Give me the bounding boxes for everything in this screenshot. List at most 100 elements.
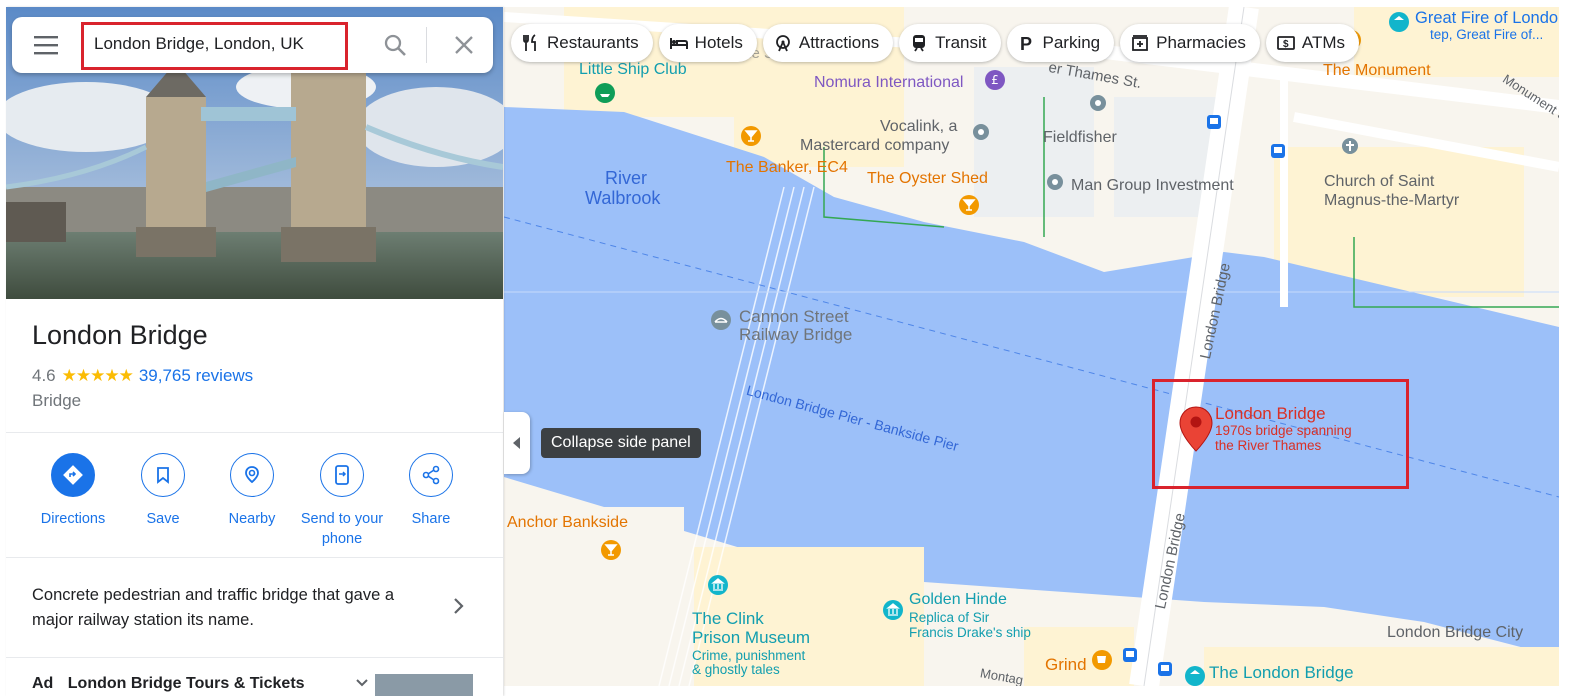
rating-stars-icon: ★★★★★ — [61, 366, 134, 385]
chip-atms[interactable]: $ ATMs — [1265, 24, 1360, 62]
ad-row[interactable]: Ad London Bridge Tours & Tickets — [32, 675, 305, 693]
chip-restaurants[interactable]: Restaurants — [511, 24, 653, 62]
chevron-right-icon[interactable] — [452, 597, 464, 615]
chip-parking[interactable]: P Parking — [1006, 24, 1115, 62]
bank-icon[interactable]: £ — [984, 69, 1006, 91]
rating-value: 4.6 — [32, 366, 56, 385]
map-label-cannon-1[interactable]: Cannon Street — [739, 307, 849, 327]
bar-icon[interactable] — [958, 194, 980, 216]
church-icon[interactable] — [1339, 137, 1361, 159]
map-label-man-group[interactable]: Man Group Investment — [1071, 177, 1234, 195]
caret-left-icon — [513, 437, 520, 449]
pharmacy-icon — [1132, 35, 1149, 51]
rating-row: 4.6 ★★★★★ 39,765 reviews — [32, 366, 253, 386]
museum-icon[interactable] — [707, 574, 729, 596]
map-label-the-london-bridge[interactable]: The London Bridge — [1209, 663, 1354, 683]
museum-icon[interactable] — [1184, 665, 1206, 686]
ad-label: Ad — [32, 675, 54, 692]
parking-icon: P — [1020, 34, 1032, 53]
map-label-nomura[interactable]: Nomura International — [814, 74, 963, 92]
place-description[interactable]: Concrete pedestrian and traffic bridge t… — [32, 583, 432, 633]
place-category[interactable]: Bridge — [32, 391, 81, 411]
cafe-icon[interactable] — [1091, 649, 1113, 671]
save-label: Save — [146, 511, 180, 527]
directions-label: Directions — [40, 511, 106, 527]
ad-thumbnail[interactable] — [375, 674, 473, 696]
map-base — [504, 7, 1559, 686]
nearby-label: Nearby — [228, 511, 276, 527]
bookmark-icon — [141, 453, 185, 497]
map-label-clink-sub-1: Crime, punishment — [692, 648, 806, 663]
map-label-oyster-shed[interactable]: The Oyster Shed — [867, 170, 988, 188]
reviews-link[interactable]: 39,765 reviews — [139, 366, 253, 386]
send-to-phone-line-1: Send to your — [300, 511, 384, 527]
chip-restaurants-label: Restaurants — [547, 33, 639, 52]
category-chips: Restaurants Hotels Attractions Transit P… — [511, 24, 1360, 62]
chip-pharmacies[interactable]: Pharmacies — [1120, 24, 1260, 62]
map-label-vocalink-2[interactable]: Mastercard company — [800, 137, 949, 155]
send-to-phone-line-2: phone — [321, 531, 363, 547]
map-label-clink-2[interactable]: Prison Museum — [692, 628, 810, 648]
send-to-phone-button[interactable]: Send to your phone — [297, 453, 387, 549]
svg-text:$: $ — [1283, 39, 1289, 50]
bus-stop-icon[interactable] — [1206, 114, 1222, 130]
map-label-river-walbrook-1: River — [605, 168, 648, 188]
chevron-down-icon[interactable] — [356, 679, 368, 687]
bus-stop-icon[interactable] — [1270, 143, 1286, 159]
monument-icon[interactable] — [1388, 11, 1410, 33]
map-label-clink-1[interactable]: The Clink — [692, 609, 764, 629]
chip-transit-label: Transit — [935, 33, 987, 52]
map-label-great-fire[interactable]: Great Fire of Londo — [1415, 9, 1558, 28]
directions-icon — [51, 453, 95, 497]
chip-hotels[interactable]: Hotels — [658, 24, 757, 62]
collapse-side-panel-button[interactable] — [504, 412, 530, 474]
nearby-button[interactable]: Nearby — [207, 453, 297, 529]
bus-stop-icon[interactable] — [1157, 661, 1173, 677]
chip-parking-label: Parking — [1042, 33, 1101, 52]
atm-icon: $ — [1277, 36, 1295, 50]
map-label-fieldfisher[interactable]: Fieldfisher — [1043, 129, 1117, 147]
map-label-little-ship-club[interactable]: Little Ship Club — [579, 61, 687, 79]
bus-stop-icon[interactable] — [1122, 647, 1138, 663]
chip-attractions[interactable]: Attractions — [762, 24, 894, 62]
svg-text:P: P — [1020, 34, 1032, 53]
bridge-icon[interactable] — [710, 309, 732, 331]
museum-icon[interactable] — [882, 599, 904, 621]
map-label-lb-city[interactable]: London Bridge City — [1387, 624, 1523, 642]
map-label-the-monument[interactable]: The Monument — [1323, 62, 1431, 80]
map-label-golden-hinde[interactable]: Golden Hinde — [909, 591, 1007, 609]
highlight-box-map-pin — [1152, 379, 1409, 489]
map-label-the-banker[interactable]: The Banker, EC4 — [726, 159, 848, 177]
place-pin-icon[interactable] — [1044, 173, 1066, 195]
marina-icon[interactable] — [594, 82, 616, 104]
directions-button[interactable]: Directions — [28, 453, 118, 529]
map-label-cannon-2[interactable]: Railway Bridge — [739, 325, 852, 345]
place-pin-icon[interactable] — [970, 123, 992, 145]
share-button[interactable]: Share — [386, 453, 476, 529]
highlight-box-search — [81, 22, 348, 70]
train-icon — [913, 35, 926, 52]
chip-transit[interactable]: Transit — [899, 24, 1001, 62]
hamburger-menu-icon[interactable] — [34, 34, 58, 56]
map-label-grind[interactable]: Grind — [1045, 655, 1087, 675]
save-button[interactable]: Save — [118, 453, 208, 529]
map-label-church-1[interactable]: Church of Saint — [1324, 173, 1434, 191]
map-label-vocalink-1[interactable]: Vocalink, a — [880, 118, 957, 136]
search-icon[interactable] — [383, 33, 407, 57]
close-icon[interactable] — [454, 35, 474, 55]
map-label-golden-sub-1: Replica of Sir — [909, 610, 990, 625]
map-canvas[interactable]: Great Fire of Londo tep, Great Fire of..… — [504, 7, 1559, 686]
side-panel: London Bridge 4.6 ★★★★★ 39,765 reviews B… — [6, 7, 503, 696]
place-title: London Bridge — [32, 320, 208, 350]
map-label-river-walbrook-2: Walbrook — [585, 188, 661, 208]
bar-icon[interactable] — [600, 539, 622, 561]
place-pin-icon[interactable] — [1087, 94, 1109, 116]
search-divider — [426, 27, 427, 63]
share-icon — [409, 453, 453, 497]
hotel-bed-icon — [669, 38, 688, 49]
share-label: Share — [411, 511, 451, 527]
svg-text:£: £ — [991, 73, 999, 87]
map-label-church-2[interactable]: Magnus-the-Martyr — [1324, 192, 1459, 210]
bar-icon[interactable] — [740, 125, 762, 147]
map-label-anchor-bankside[interactable]: Anchor Bankside — [507, 514, 628, 532]
